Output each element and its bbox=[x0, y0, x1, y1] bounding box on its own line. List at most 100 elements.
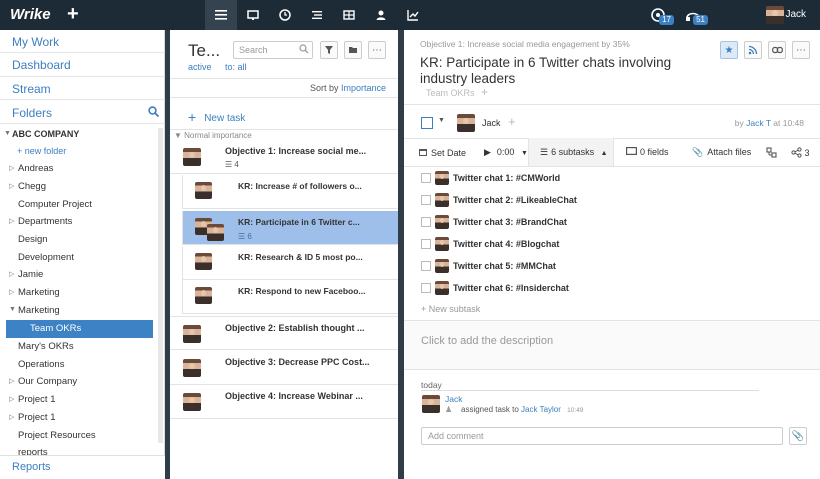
folder-item[interactable]: Project 1 bbox=[18, 394, 56, 405]
more-button[interactable]: ⋯ bbox=[792, 41, 810, 59]
folder-item[interactable]: Operations bbox=[18, 359, 64, 370]
menu-icon[interactable] bbox=[205, 0, 237, 30]
add-tag-button[interactable]: + bbox=[481, 85, 488, 99]
folder-item[interactable]: Departments bbox=[18, 216, 72, 227]
subtask-checkbox[interactable] bbox=[421, 239, 431, 249]
folder-item[interactable]: Andreas bbox=[18, 163, 53, 174]
status-filter[interactable]: active bbox=[188, 62, 212, 72]
nav-stream[interactable]: Stream bbox=[12, 82, 51, 96]
task-search-input[interactable]: Search bbox=[233, 41, 313, 59]
status-dropdown-icon[interactable]: ▼ bbox=[438, 117, 445, 124]
folder-item[interactable]: Design bbox=[18, 234, 48, 245]
folder-item[interactable]: Marketing bbox=[18, 287, 60, 298]
folder-item-active[interactable]: Team OKRs bbox=[6, 320, 153, 338]
subtask-row[interactable]: KR: Increase # of followers o... bbox=[182, 175, 398, 209]
task-row[interactable]: Objective 2: Establish thought ... bbox=[170, 316, 398, 350]
new-task-button[interactable]: + New task bbox=[188, 109, 245, 125]
new-folder-link[interactable]: + new folder bbox=[17, 146, 66, 156]
add-assignee-button[interactable]: + bbox=[508, 114, 516, 129]
folder-tag[interactable]: Team OKRs bbox=[426, 88, 475, 98]
expand-arrow-icon[interactable]: ▷ bbox=[9, 270, 14, 278]
filter-button[interactable] bbox=[320, 41, 338, 59]
table-icon[interactable] bbox=[333, 0, 365, 30]
expand-arrow-icon[interactable]: ▷ bbox=[9, 395, 14, 403]
folder-item[interactable]: Chegg bbox=[18, 181, 46, 192]
set-date-button[interactable]: Set Date bbox=[418, 147, 466, 158]
subtask-row[interactable]: KR: Research & ID 5 most po... bbox=[182, 246, 398, 280]
timer-button[interactable]: ▶ 0:00 ▼ bbox=[484, 147, 528, 158]
subtask-name[interactable]: Twitter chat 2: #LikeableChat bbox=[453, 195, 577, 205]
subtask-row-selected[interactable]: KR: Participate in 6 Twitter c... ☰ 6 bbox=[182, 211, 398, 245]
sort-value[interactable]: Importance bbox=[341, 83, 386, 93]
user-name[interactable]: Jack bbox=[785, 9, 806, 20]
clock-icon[interactable] bbox=[269, 0, 301, 30]
comment-attach-button[interactable]: 📎 bbox=[789, 427, 807, 445]
subtask-row[interactable]: KR: Respond to new Faceboo... bbox=[182, 280, 398, 314]
wrike-logo[interactable]: Wrike bbox=[10, 6, 51, 23]
folder-item[interactable]: Computer Project bbox=[18, 199, 92, 210]
subtask-item[interactable]: Twitter chat 6: #Insiderchat bbox=[404, 278, 820, 300]
subtask-name[interactable]: Twitter chat 6: #Insiderchat bbox=[453, 283, 569, 293]
expand-arrow-icon[interactable]: ▷ bbox=[9, 217, 14, 225]
importance-group-header[interactable]: ▼ Normal importance bbox=[174, 131, 252, 140]
folder-item[interactable]: Project 1 bbox=[18, 412, 56, 423]
assignee-name[interactable]: Jack bbox=[482, 118, 501, 128]
expand-arrow-icon[interactable]: ▷ bbox=[9, 182, 14, 190]
subtask-checkbox[interactable] bbox=[421, 173, 431, 183]
subtask-item[interactable]: Twitter chat 3: #BrandChat bbox=[404, 212, 820, 234]
subtask-count[interactable]: ☰ 6 bbox=[238, 232, 252, 241]
status-checkbox[interactable] bbox=[421, 117, 433, 129]
parent-task-breadcrumb[interactable]: Objective 1: Increase social media engag… bbox=[420, 39, 630, 49]
subtask-checkbox[interactable] bbox=[421, 261, 431, 271]
subtask-name[interactable]: Twitter chat 1: #CMWorld bbox=[453, 173, 560, 183]
folder-item[interactable]: Project Resources bbox=[18, 430, 96, 441]
fields-button[interactable]: 0 fields bbox=[626, 147, 669, 157]
expand-arrow-icon[interactable]: ▷ bbox=[9, 413, 14, 421]
task-row[interactable]: Objective 3: Decrease PPC Cost... bbox=[170, 351, 398, 385]
expand-arrow-icon[interactable]: ▷ bbox=[9, 288, 14, 296]
nav-dashboard[interactable]: Dashboard bbox=[12, 58, 71, 72]
link-button[interactable] bbox=[768, 41, 786, 59]
task-row[interactable]: Objective 1: Increase social me... ☰ 4 bbox=[170, 140, 398, 174]
comment-input[interactable]: Add comment bbox=[421, 427, 783, 445]
subtask-name[interactable]: Twitter chat 3: #BrandChat bbox=[453, 217, 567, 227]
subtask-checkbox[interactable] bbox=[421, 195, 431, 205]
activity-target-link[interactable]: Jack Taylor bbox=[521, 405, 561, 414]
share-button[interactable]: 3 bbox=[791, 147, 810, 158]
folder-item[interactable]: Mary's OKRs bbox=[18, 341, 74, 352]
follow-button[interactable] bbox=[744, 41, 762, 59]
expand-arrow-icon[interactable]: ▷ bbox=[9, 377, 14, 385]
expand-arrow-icon[interactable]: ▷ bbox=[9, 164, 14, 172]
subtask-name[interactable]: Twitter chat 4: #Blogchat bbox=[453, 239, 559, 249]
expand-arrow-icon[interactable]: ▼ bbox=[4, 130, 11, 137]
subtask-item[interactable]: Twitter chat 4: #Blogchat bbox=[404, 234, 820, 256]
monitor-icon[interactable] bbox=[237, 0, 269, 30]
folder-search-icon[interactable] bbox=[148, 106, 159, 117]
subtask-count[interactable]: ☰ 4 bbox=[225, 160, 239, 169]
sidebar-scrollbar[interactable] bbox=[158, 128, 163, 443]
subtask-item[interactable]: Twitter chat 1: #CMWorld bbox=[404, 168, 820, 190]
subtask-checkbox[interactable] bbox=[421, 283, 431, 293]
description-placeholder[interactable]: Click to add the description bbox=[421, 335, 553, 347]
person-icon[interactable] bbox=[365, 0, 397, 30]
assignee-filter[interactable]: to: all bbox=[225, 62, 247, 72]
activity-user[interactable]: Jack bbox=[445, 394, 462, 404]
collapse-arrow-icon[interactable]: ▼ bbox=[9, 306, 16, 313]
user-avatar[interactable] bbox=[766, 6, 784, 24]
nav-folders[interactable]: Folders bbox=[12, 106, 52, 120]
list-icon[interactable] bbox=[301, 0, 333, 30]
new-item-button[interactable]: + bbox=[67, 3, 79, 26]
company-name[interactable]: ABC COMPANY bbox=[12, 129, 79, 139]
nav-my-work[interactable]: My Work bbox=[12, 35, 59, 49]
subtask-name[interactable]: Twitter chat 5: #MMChat bbox=[453, 261, 556, 271]
subtask-checkbox[interactable] bbox=[421, 217, 431, 227]
chart-icon[interactable] bbox=[397, 0, 429, 30]
new-subtask-button[interactable]: + New subtask bbox=[421, 304, 480, 314]
task-row[interactable]: Objective 4: Increase Webinar ... bbox=[170, 385, 398, 419]
subtasks-button[interactable]: ☰ 6 subtasks ▲ bbox=[540, 147, 608, 158]
attach-files-button[interactable]: 📎 Attach files bbox=[692, 147, 751, 158]
subtask-item[interactable]: Twitter chat 5: #MMChat bbox=[404, 256, 820, 278]
star-button[interactable]: ★ bbox=[720, 41, 738, 59]
folder-actions-button[interactable] bbox=[344, 41, 362, 59]
more-button[interactable]: ⋯ bbox=[368, 41, 386, 59]
